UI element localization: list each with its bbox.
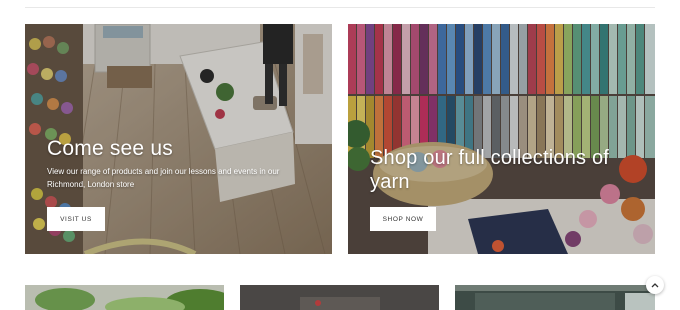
section-divider <box>25 7 655 8</box>
visit-us-button[interactable]: VISIT US <box>47 207 105 231</box>
promo-card-shop[interactable]: Shop our full collections of yarn SHOP N… <box>348 24 655 254</box>
card-title: Come see us <box>47 137 173 160</box>
thumbnail-card[interactable] <box>240 285 439 310</box>
chevron-up-icon <box>651 283 659 288</box>
dark-interior-photo <box>240 285 439 310</box>
storefront-photo <box>455 285 655 310</box>
scroll-to-top-button[interactable] <box>646 276 664 294</box>
promo-card-visit[interactable]: Come see us View our range of products a… <box>25 24 332 254</box>
thumbnail-card[interactable] <box>455 285 655 310</box>
shop-now-button[interactable]: SHOP NOW <box>370 207 436 231</box>
plant-photo <box>25 285 224 310</box>
thumbnail-card[interactable] <box>25 285 224 310</box>
card-description: View our range of products and join our … <box>47 167 280 189</box>
card-title: Shop our full collections of yarn <box>370 147 610 193</box>
